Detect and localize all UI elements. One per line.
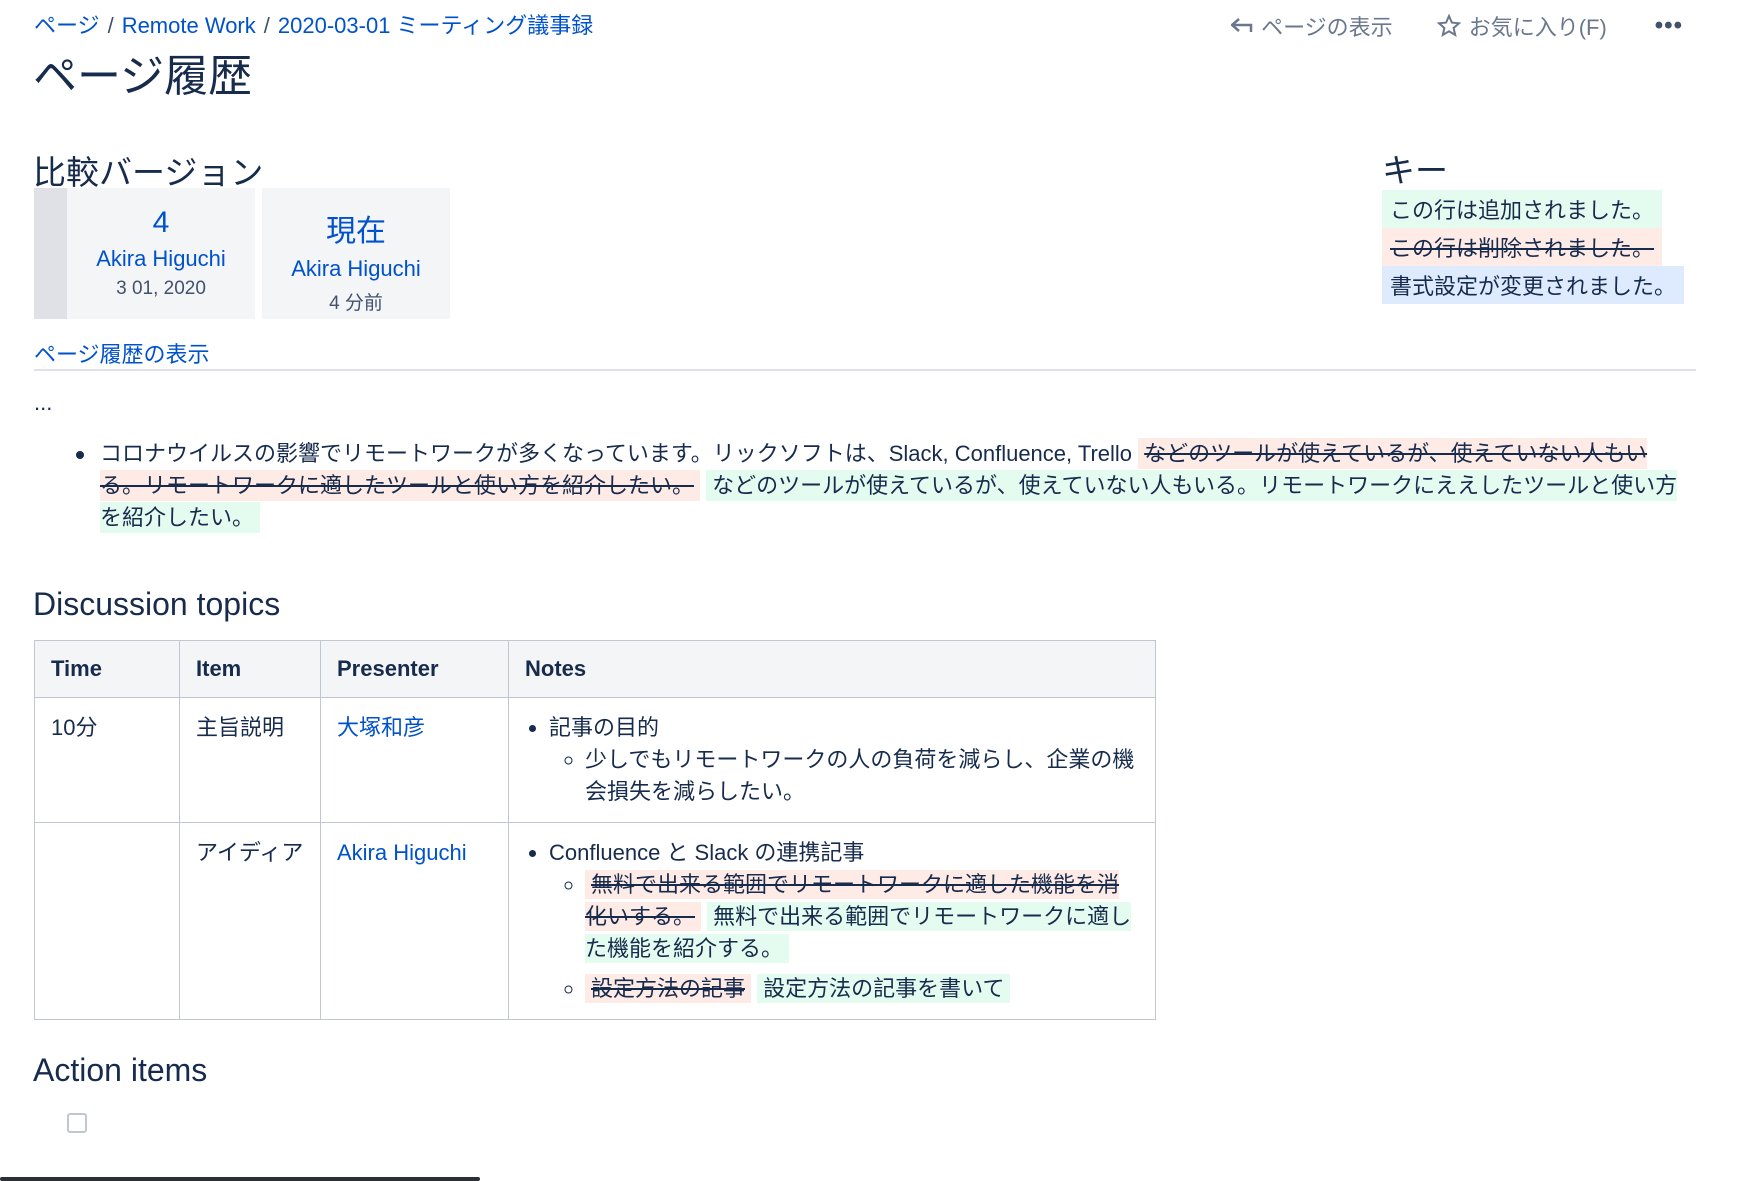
more-icon: ••• bbox=[1654, 12, 1683, 39]
list-bullet bbox=[76, 451, 84, 459]
version-author-link[interactable]: Akira Higuchi bbox=[262, 256, 450, 282]
note-text: Confluence と Slack の連携記事 bbox=[549, 840, 865, 865]
page-actions: ページの表示 お気に入り(F) ••• bbox=[1231, 10, 1683, 42]
key-changed: 書式設定が変更されました。 bbox=[1382, 266, 1685, 304]
favorite-button[interactable]: お気に入り(F) bbox=[1436, 10, 1607, 42]
compare-heading: 比較バージョン bbox=[33, 154, 264, 191]
note-text: 少しでもリモートワークの人の負荷を減らし、企業の機会損失を減らしたい。 bbox=[585, 747, 1135, 804]
diff-paragraph: コロナウイルスの影響でリモートワークが多くなっています。リックソフトは、Slac… bbox=[100, 438, 1690, 534]
compare-versions: 4 Akira Higuchi 3 01, 2020 現在 Akira Higu… bbox=[34, 188, 457, 319]
view-page-label: ページの表示 bbox=[1261, 15, 1393, 40]
column-header-notes: Notes bbox=[508, 640, 1156, 698]
cell-item: 主旨説明 bbox=[179, 697, 321, 823]
version-card-old: 4 Akira Higuchi 3 01, 2020 bbox=[67, 188, 255, 319]
cell-presenter: 大塚和彦 bbox=[320, 697, 509, 823]
table-header-row: Time Item Presenter Notes bbox=[34, 640, 1156, 698]
action-item-checkbox[interactable] bbox=[67, 1113, 87, 1133]
more-actions-button[interactable]: ••• bbox=[1655, 12, 1683, 40]
breadcrumb-space[interactable]: Remote Work bbox=[122, 13, 256, 38]
content-ellipsis: ... bbox=[34, 390, 53, 415]
action-items-heading: Action items bbox=[33, 1052, 208, 1088]
column-header-item: Item bbox=[179, 640, 321, 698]
unchanged-text: コロナウイルスの影響でリモートワークが多くなっています。リックソフトは、Slac… bbox=[100, 441, 1133, 466]
view-page-history-link[interactable]: ページ履歴の表示 bbox=[34, 337, 210, 369]
cell-item: アイディア bbox=[179, 822, 321, 1020]
version-author-link[interactable]: Akira Higuchi bbox=[67, 246, 255, 272]
bottom-scrollbar[interactable] bbox=[0, 1177, 480, 1181]
breadcrumb-separator: / bbox=[107, 13, 114, 38]
cell-time bbox=[34, 822, 180, 1020]
presenter-link[interactable]: 大塚和彦 bbox=[337, 715, 425, 740]
presenter-link[interactable]: Akira Higuchi bbox=[337, 840, 467, 865]
diff-key: キー この行は追加されました。 この行は削除されました。 書式設定が変更されまし… bbox=[1382, 152, 1685, 304]
discussion-table: Time Item Presenter Notes 10分 主旨説明 大塚和彦 … bbox=[34, 640, 1156, 1020]
cell-notes: 記事の目的 少しでもリモートワークの人の負荷を減らし、企業の機会損失を減らしたい… bbox=[508, 697, 1156, 823]
inserted-text: 設定方法の記事を書いて bbox=[757, 974, 1011, 1003]
cell-notes: Confluence と Slack の連携記事 無料で出来る範囲でリモートワー… bbox=[508, 822, 1156, 1020]
favorite-label: お気に入り(F) bbox=[1468, 15, 1607, 40]
discussion-heading: Discussion topics bbox=[33, 586, 281, 622]
breadcrumb-page[interactable]: 2020-03-01 ミーティング議事録 bbox=[278, 13, 593, 38]
version-date: 4 分前 bbox=[329, 293, 383, 314]
key-heading: キー bbox=[1382, 152, 1448, 189]
cell-time: 10分 bbox=[34, 697, 180, 823]
breadcrumb-separator: / bbox=[263, 13, 270, 38]
key-deleted: この行は削除されました。 bbox=[1382, 228, 1663, 266]
column-header-time: Time bbox=[34, 640, 180, 698]
version-number-link[interactable]: 現在 bbox=[262, 206, 450, 250]
cell-presenter: Akira Higuchi bbox=[320, 822, 509, 1020]
version-card-current: 現在 Akira Higuchi 4 分前 bbox=[262, 188, 450, 319]
table-row: 10分 主旨説明 大塚和彦 記事の目的 少しでもリモートワークの人の負荷を減らし… bbox=[34, 697, 1156, 823]
column-header-presenter: Presenter bbox=[320, 640, 509, 698]
note-subitem: 設定方法の記事 設定方法の記事を書いて bbox=[585, 973, 1139, 1005]
deleted-text: 設定方法の記事 bbox=[585, 974, 752, 1003]
view-page-button[interactable]: ページの表示 bbox=[1231, 10, 1393, 42]
compare-bar bbox=[34, 188, 67, 319]
note-item: Confluence と Slack の連携記事 無料で出来る範囲でリモートワー… bbox=[549, 837, 1139, 1005]
back-arrow-icon bbox=[1231, 18, 1253, 32]
page-title: ページ履歴 bbox=[33, 52, 253, 101]
breadcrumb: ページ / Remote Work / 2020-03-01 ミーティング議事録 bbox=[34, 8, 593, 40]
note-item: 記事の目的 少しでもリモートワークの人の負荷を減らし、企業の機会損失を減らしたい… bbox=[549, 712, 1139, 808]
star-icon bbox=[1436, 14, 1461, 38]
key-added: この行は追加されました。 bbox=[1382, 190, 1663, 228]
note-text: 記事の目的 bbox=[549, 715, 660, 740]
version-date: 3 01, 2020 bbox=[116, 278, 206, 299]
version-number-link[interactable]: 4 bbox=[67, 206, 255, 240]
breadcrumb-pages[interactable]: ページ bbox=[34, 13, 100, 38]
note-subitem: 無料で出来る範囲でリモートワークに適した機能を消化いする。 無料で出来る範囲でリ… bbox=[585, 869, 1139, 965]
table-row: アイディア Akira Higuchi Confluence と Slack の… bbox=[34, 822, 1156, 1020]
divider bbox=[34, 369, 1696, 371]
note-subitem: 少しでもリモートワークの人の負荷を減らし、企業の機会損失を減らしたい。 bbox=[585, 744, 1139, 808]
